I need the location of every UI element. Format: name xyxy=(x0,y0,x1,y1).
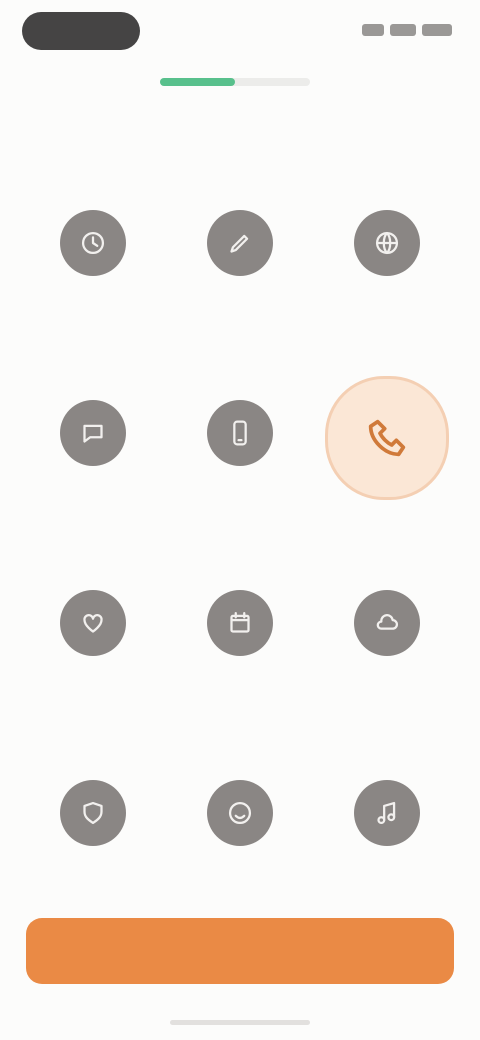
chat-icon xyxy=(60,400,126,466)
phone-icon xyxy=(207,400,273,466)
wifi-icon xyxy=(390,24,416,36)
dynamic-island xyxy=(22,12,140,50)
signal-icon xyxy=(362,24,384,36)
progress-fill xyxy=(160,78,235,86)
heart-icon xyxy=(60,590,126,656)
cloud-icon xyxy=(354,590,420,656)
battery-icon xyxy=(422,24,452,36)
pen-icon xyxy=(207,210,273,276)
option-chat[interactable] xyxy=(20,380,166,570)
status-bar xyxy=(0,0,480,64)
globe-icon xyxy=(354,210,420,276)
option-cloud[interactable] xyxy=(314,570,460,760)
home-indicator xyxy=(170,1020,310,1025)
continue-button[interactable] xyxy=(26,918,454,984)
shield-icon xyxy=(60,780,126,846)
status-icons xyxy=(362,24,452,36)
music-icon xyxy=(354,780,420,846)
option-call[interactable] xyxy=(314,376,460,570)
option-globe[interactable] xyxy=(314,190,460,380)
calendar-icon xyxy=(207,590,273,656)
call-icon xyxy=(325,376,449,500)
option-calendar[interactable] xyxy=(167,570,313,760)
clock-icon xyxy=(60,210,126,276)
progress-bar xyxy=(160,78,310,86)
smile-icon xyxy=(207,780,273,846)
option-pen[interactable] xyxy=(167,190,313,380)
option-clock[interactable] xyxy=(20,190,166,380)
option-phone[interactable] xyxy=(167,380,313,570)
option-heart[interactable] xyxy=(20,570,166,760)
